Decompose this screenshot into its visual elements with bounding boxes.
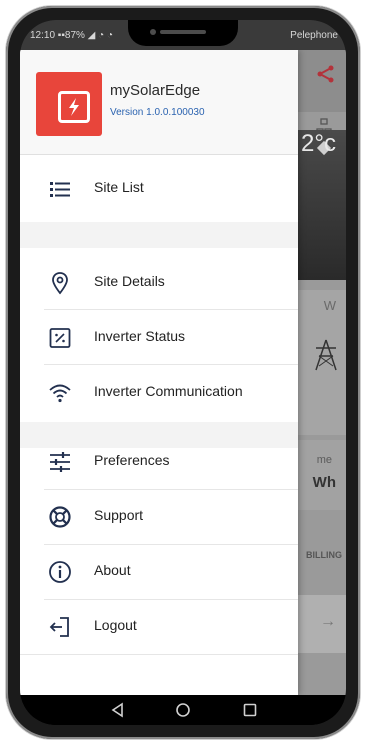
navigation-drawer: mySolarEdge Version 1.0.0.100030 Site Li… <box>20 50 298 695</box>
drawer-header: mySolarEdge Version 1.0.0.100030 <box>20 50 298 155</box>
menu-label-site-list: Site List <box>94 179 144 195</box>
menu-divider <box>20 654 298 655</box>
back-icon[interactable] <box>110 702 126 718</box>
location-pin-icon <box>52 272 68 295</box>
front-camera <box>150 29 156 35</box>
arrow-right-icon: → <box>320 613 336 630</box>
menu-item-support[interactable]: Support <box>20 490 298 544</box>
menu-label-inverter-communication: Inverter Communication <box>94 383 243 399</box>
menu-label-support: Support <box>94 507 144 523</box>
logo-frame <box>58 91 90 123</box>
list-icon <box>50 182 70 197</box>
section-divider <box>20 222 298 248</box>
share-icon[interactable] <box>316 64 336 84</box>
status-carrier: Pelephone <box>290 30 338 41</box>
info-icon <box>49 561 71 583</box>
background-temperature: 2°c <box>301 130 336 157</box>
phone-screen: 12:10 ▪▪87% ◢ ◔ ◔ Pelephone 2°c W me Wh … <box>20 20 346 725</box>
logout-icon <box>49 617 69 637</box>
lifebuoy-icon <box>49 506 71 528</box>
menu-label-preferences: Preferences <box>94 452 170 468</box>
app-version: Version 1.0.0.100030 <box>110 107 205 118</box>
inverter-status-icon <box>49 328 71 348</box>
wifi-icon <box>49 384 71 403</box>
background-billing-tab: BILLING <box>306 550 342 560</box>
status-time-battery: 12:10 ▪▪87% ◢ ◔ ◔ <box>30 30 114 41</box>
menu-item-site-list[interactable]: Site List <box>20 162 298 216</box>
home-icon[interactable] <box>175 702 191 718</box>
menu-divider <box>44 309 298 310</box>
menu-label-site-details: Site Details <box>94 273 165 289</box>
menu-item-site-details[interactable]: Site Details <box>20 256 298 310</box>
sliders-icon <box>50 452 70 472</box>
menu-item-about[interactable]: About <box>20 545 298 599</box>
background-home-label: me <box>316 454 332 466</box>
background-power-unit: W <box>323 298 336 313</box>
notch <box>128 20 238 46</box>
menu-label-logout: Logout <box>94 617 137 633</box>
lightning-bolt-icon <box>69 98 79 116</box>
grid-tower-icon <box>315 339 337 371</box>
app-logo <box>36 72 102 136</box>
recent-apps-icon[interactable] <box>242 702 258 718</box>
menu-item-inverter-status[interactable]: Inverter Status <box>20 311 298 365</box>
background-energy-unit: Wh <box>312 474 336 491</box>
app-name: mySolarEdge <box>110 82 201 99</box>
menu-divider <box>44 364 298 365</box>
menu-label-about: About <box>94 562 131 578</box>
menu-label-inverter-status: Inverter Status <box>94 328 186 344</box>
menu-item-logout[interactable]: Logout <box>20 600 298 654</box>
phone-frame: 12:10 ▪▪87% ◢ ◔ ◔ Pelephone 2°c W me Wh … <box>6 6 360 739</box>
earpiece-speaker <box>160 30 206 34</box>
android-nav-bar <box>20 695 346 725</box>
menu-item-preferences[interactable]: Preferences <box>20 435 298 489</box>
menu-item-inverter-communication[interactable]: Inverter Communication <box>20 366 298 420</box>
